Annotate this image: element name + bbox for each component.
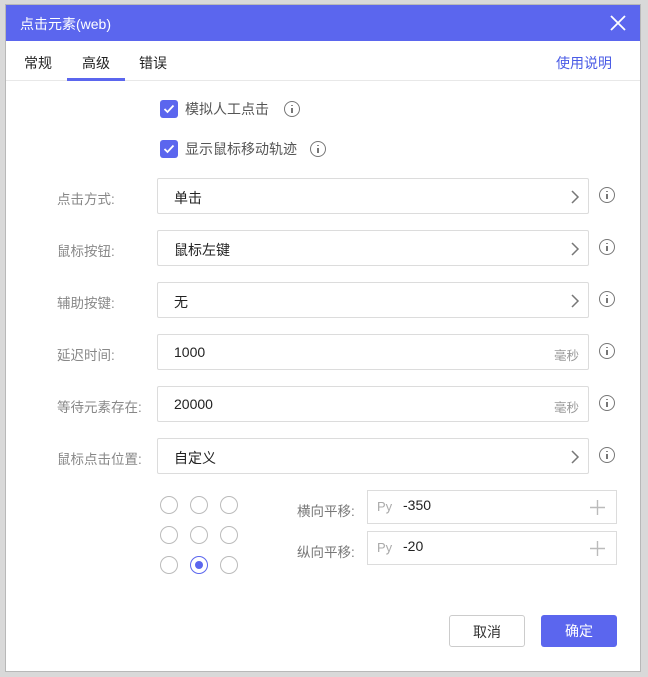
- modifier-key-label: 辅助按键:: [57, 296, 115, 311]
- modifier-key-value: 无: [174, 294, 188, 310]
- position-radio-bottom-right[interactable]: [220, 556, 238, 574]
- info-icon[interactable]: [599, 395, 615, 411]
- simulate-human-click-option[interactable]: 模拟人工点击: [160, 98, 300, 120]
- click-position-label: 鼠标点击位置:: [57, 452, 142, 467]
- chevron-right-icon: [571, 450, 580, 464]
- plus-icon[interactable]: [590, 541, 605, 556]
- vertical-offset-input[interactable]: Py -20: [367, 531, 617, 565]
- wait-element-label: 等待元素存在:: [57, 400, 142, 415]
- vertical-offset-value: -20: [403, 538, 424, 554]
- position-radio-middle-right[interactable]: [220, 526, 238, 544]
- delay-label: 延迟时间:: [57, 348, 115, 363]
- modifier-key-select[interactable]: 无: [157, 282, 589, 318]
- position-radio-top-right[interactable]: [220, 496, 238, 514]
- show-mouse-trail-checkbox[interactable]: [160, 140, 178, 158]
- active-tab-indicator: [67, 78, 125, 81]
- cancel-button[interactable]: 取消: [449, 615, 525, 647]
- position-radio-bottom-left[interactable]: [160, 556, 178, 574]
- mouse-button-label: 鼠标按钮:: [57, 244, 115, 259]
- check-icon: [163, 104, 175, 114]
- info-icon[interactable]: [599, 291, 615, 307]
- dialog-title: 点击元素(web): [20, 16, 112, 32]
- info-icon[interactable]: [310, 141, 326, 157]
- mouse-button-select[interactable]: 鼠标左键: [157, 230, 589, 266]
- click-position-select[interactable]: 自定义: [157, 438, 589, 474]
- delay-unit: 毫秒: [553, 349, 579, 363]
- info-icon[interactable]: [599, 187, 615, 203]
- delay-input[interactable]: 1000 毫秒: [157, 334, 589, 370]
- position-radio-top-left[interactable]: [160, 496, 178, 514]
- info-icon[interactable]: [284, 101, 300, 117]
- confirm-button[interactable]: 确定: [541, 615, 617, 647]
- click-mode-value: 单击: [174, 190, 202, 206]
- chevron-right-icon: [571, 242, 580, 256]
- horizontal-offset-value: -350: [403, 497, 432, 513]
- vertical-offset-label: 纵向平移:: [297, 545, 355, 560]
- wait-element-unit: 毫秒: [553, 401, 579, 415]
- chevron-right-icon: [571, 294, 580, 308]
- info-icon[interactable]: [599, 239, 615, 255]
- wait-element-value: 20000: [174, 396, 213, 412]
- click-position-value: 自定义: [174, 450, 216, 466]
- simulate-human-click-checkbox[interactable]: [160, 100, 178, 118]
- info-icon[interactable]: [599, 447, 615, 463]
- tab-general[interactable]: 常规: [24, 53, 52, 73]
- horizontal-offset-input[interactable]: Py -350: [367, 490, 617, 524]
- show-mouse-trail-option[interactable]: 显示鼠标移动轨迹: [160, 138, 326, 160]
- tab-bar: 常规 高级 错误 使用说明: [6, 41, 640, 81]
- mouse-button-value: 鼠标左键: [174, 242, 230, 258]
- wait-element-input[interactable]: 20000 毫秒: [157, 386, 589, 422]
- horizontal-offset-label: 横向平移:: [297, 504, 355, 519]
- position-radio-top-center[interactable]: [190, 496, 208, 514]
- click-mode-label: 点击方式:: [57, 192, 115, 207]
- tab-advanced[interactable]: 高级: [82, 53, 110, 73]
- simulate-human-click-label: 模拟人工点击: [185, 101, 269, 117]
- delay-value: 1000: [174, 344, 206, 360]
- position-radio-bottom-center[interactable]: [190, 556, 208, 574]
- position-radio-center[interactable]: [190, 526, 208, 544]
- python-prefix: Py: [377, 540, 393, 555]
- show-mouse-trail-label: 显示鼠标移动轨迹: [185, 141, 297, 157]
- info-icon[interactable]: [599, 343, 615, 359]
- click-mode-select[interactable]: 单击: [157, 178, 589, 214]
- title-bar: 点击元素(web): [6, 5, 640, 41]
- close-icon[interactable]: [608, 13, 628, 33]
- chevron-right-icon: [571, 190, 580, 204]
- python-prefix: Py: [377, 499, 393, 514]
- click-element-dialog: 点击元素(web) 常规 高级 错误 使用说明 模拟人工点击 显示鼠标移动轨迹 …: [5, 4, 641, 672]
- help-link[interactable]: 使用说明: [556, 53, 612, 73]
- position-radio-middle-left[interactable]: [160, 526, 178, 544]
- tab-error[interactable]: 错误: [139, 53, 167, 73]
- plus-icon[interactable]: [590, 500, 605, 515]
- check-icon: [163, 144, 175, 154]
